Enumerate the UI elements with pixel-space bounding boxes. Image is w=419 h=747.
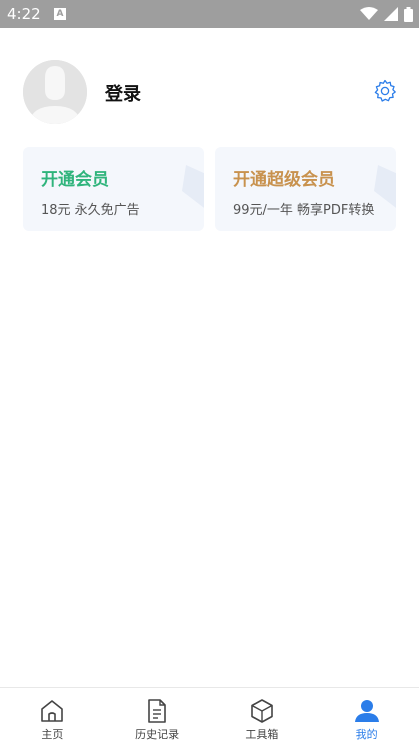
wifi-icon <box>360 7 378 20</box>
avatar-placeholder-icon <box>23 60 87 124</box>
avatar[interactable] <box>23 60 87 124</box>
tab-mine[interactable]: 我的 <box>314 688 419 747</box>
notification-icon: A <box>54 8 66 20</box>
status-icons <box>360 6 413 22</box>
box-icon <box>251 699 273 723</box>
profile-header: 登录 <box>0 28 419 138</box>
svip-card-subtitle: 99元/一年 畅享PDF转换 <box>233 203 375 218</box>
diamond-icon <box>374 165 396 208</box>
status-time: 4:22 <box>7 5 41 23</box>
bottom-tab-bar: 主页 历史记录 工具箱 我的 <box>0 687 419 747</box>
tab-home-label: 主页 <box>41 728 64 741</box>
person-icon <box>354 700 379 722</box>
tab-toolbox-label: 工具箱 <box>245 728 279 741</box>
signal-icon <box>384 7 398 21</box>
tab-toolbox[interactable]: 工具箱 <box>210 688 315 747</box>
home-icon <box>41 700 64 722</box>
svip-card-title: 开通超级会员 <box>233 170 335 190</box>
svip-card[interactable]: 开通超级会员 99元/一年 畅享PDF转换 <box>215 147 396 231</box>
document-icon <box>148 699 166 723</box>
login-link[interactable]: 登录 <box>105 80 141 106</box>
settings-button[interactable] <box>373 79 397 103</box>
tab-history-label: 历史记录 <box>135 728 180 741</box>
vip-card-title: 开通会员 <box>41 170 109 190</box>
tab-mine-label: 我的 <box>355 728 378 741</box>
gear-icon <box>374 79 396 102</box>
diamond-icon <box>182 165 204 208</box>
tab-home[interactable]: 主页 <box>0 688 105 747</box>
tab-history[interactable]: 历史记录 <box>105 688 210 747</box>
vip-card[interactable]: 开通会员 18元 永久免广告 <box>23 147 204 231</box>
status-bar: 4:22 A <box>0 0 419 28</box>
battery-icon <box>404 6 413 22</box>
vip-card-subtitle: 18元 永久免广告 <box>41 203 140 218</box>
